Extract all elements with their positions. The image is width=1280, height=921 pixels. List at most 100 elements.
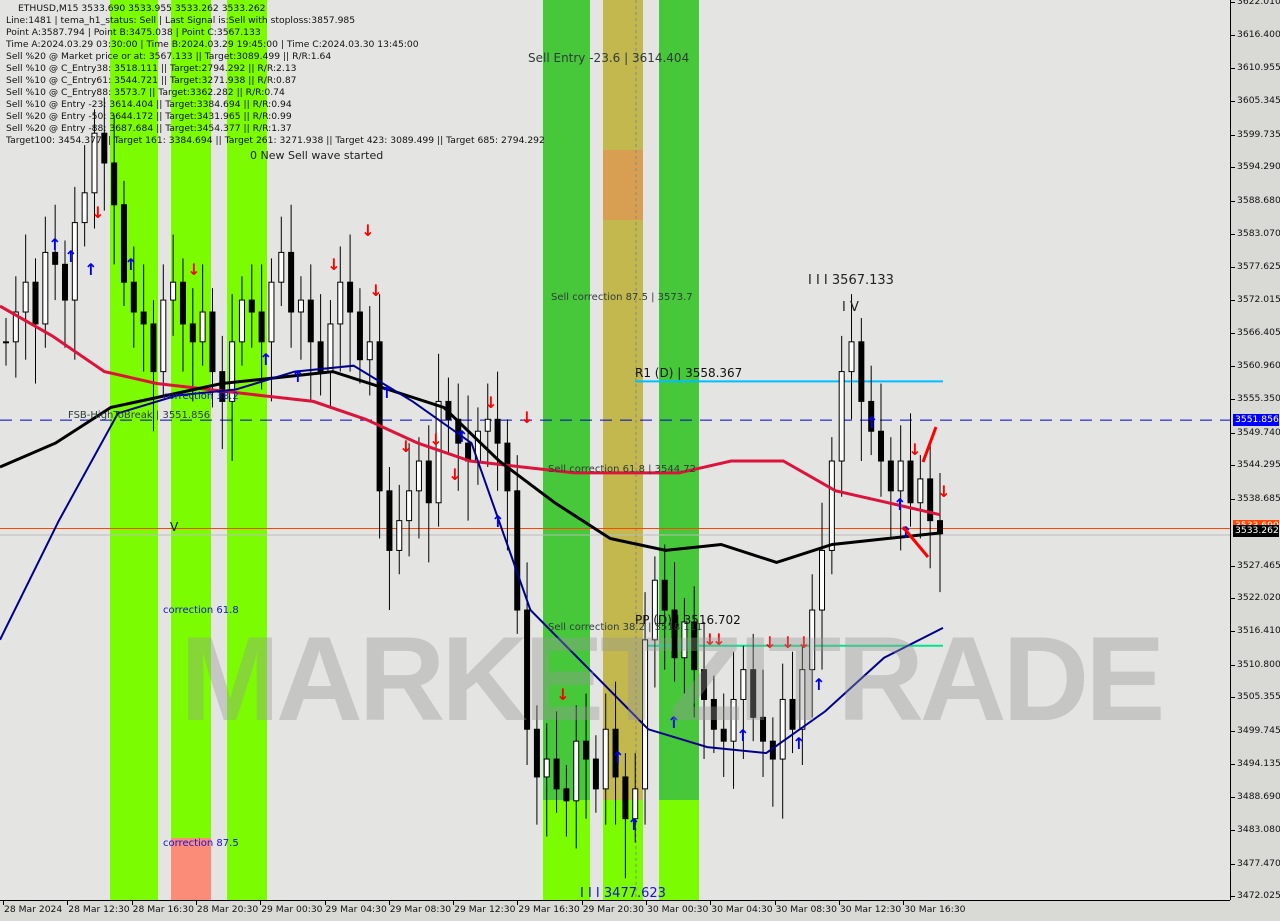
sell-arrow-icon: ↓ <box>361 221 374 240</box>
r1-label: R1 (D) | 3558.367 <box>635 366 743 380</box>
candle-body <box>81 192 88 224</box>
candle-body <box>366 341 373 361</box>
correction-382-label: correction 38.2 <box>163 391 239 402</box>
price-tick-label: 3472.025 <box>1237 890 1280 901</box>
price-tick-label: 3588.680 <box>1237 194 1280 206</box>
time-tick <box>517 901 519 905</box>
chart-area[interactable]: ↓↓↓↓↓↓↓↓↓↓↓↓↓↓↓↓↓↓↑↑↑↑↑↑↑↑↑↑↑↑↑↑↑↑↑↑ MAR… <box>0 0 1230 900</box>
time-tick-label: 28 Mar 20:30 <box>196 904 259 915</box>
candle-body <box>130 281 137 313</box>
time-axis[interactable]: 28 Mar 2024 28 Mar 12:30 28 Mar 16:30 28 Ma… <box>0 900 1230 921</box>
price-tick <box>1231 465 1235 467</box>
candle-body <box>386 490 393 551</box>
sell-entry-label: Sell Entry -23.6 | 3614.404 <box>528 51 690 65</box>
info-line: Sell %10 @ C_Entry38: 3518.111 || Target… <box>6 63 297 74</box>
info-line: Line:1481 | tema_h1_status: Sell | Last … <box>6 15 356 26</box>
price-tick <box>1231 200 1235 202</box>
sell-arrow-icon: ↓ <box>429 430 442 449</box>
info-line: Target100: 3454.377 || Target 161: 3384.… <box>6 135 545 146</box>
candle-body <box>288 251 295 313</box>
candle-body <box>111 162 118 206</box>
price-tick-label: 3566.405 <box>1237 327 1280 339</box>
time-tick <box>131 901 133 905</box>
candle-body <box>563 788 570 802</box>
sell-arrow-icon: ↓ <box>937 482 950 501</box>
candle-body <box>897 460 904 492</box>
candle-body <box>415 460 422 492</box>
candle-body <box>819 549 826 611</box>
info-panel: ETHUSD,M15 3533.690 3533.955 3533.262 35… <box>6 3 545 147</box>
info-line: Time A:2024.03.29 03:30:00 | Time B:2024… <box>6 39 419 50</box>
price-tick <box>1231 2 1235 3</box>
price-tick-label: 3599.735 <box>1237 128 1280 140</box>
candle-body <box>514 490 521 611</box>
sell-correction-618-label: Sell correction 61.8 | 3544.72 <box>548 464 697 475</box>
candle-body <box>356 311 363 361</box>
candle-body <box>494 418 501 444</box>
candle-body <box>268 281 275 343</box>
sell-arrow-icon: ↓ <box>327 255 340 274</box>
time-tick-label: 29 Mar 20:30 <box>582 904 645 915</box>
price-tick <box>1231 266 1235 268</box>
candle-body <box>52 251 59 265</box>
wave-v-label: V <box>170 520 179 534</box>
price-tick-label: 3622.010 <box>1237 0 1280 7</box>
time-tick <box>903 901 905 905</box>
price-tick <box>1231 399 1235 401</box>
pp-label: PP (D) | 3516.702 <box>635 613 741 627</box>
candle-body <box>838 371 845 462</box>
price-tick-label: 3505.355 <box>1237 691 1280 703</box>
candle-body <box>170 281 177 301</box>
candle-body <box>406 490 413 522</box>
info-line: Sell %20 @ Market price or at: 3567.133 … <box>6 51 332 62</box>
candle-body <box>573 740 580 802</box>
candle-body <box>907 460 914 504</box>
time-tick <box>581 901 583 905</box>
buy-arrow-icon: ↑ <box>627 815 640 834</box>
candle-body <box>858 341 865 402</box>
time-tick <box>710 901 712 905</box>
time-tick <box>646 901 647 905</box>
candle-body <box>553 758 560 790</box>
time-tick <box>3 901 4 905</box>
candle-body <box>189 323 196 343</box>
time-tick-label: 30 Mar 16:30 <box>904 904 966 915</box>
buy-arrow-icon: ↑ <box>124 255 137 274</box>
signal-band <box>659 800 699 900</box>
candle-body <box>199 311 206 343</box>
price-tag-blue: 3551.856 <box>1233 414 1279 427</box>
candle-body <box>396 520 403 551</box>
candle-body <box>878 430 885 462</box>
candle-body <box>484 418 491 432</box>
time-tick-label: 28 Mar 16:30 <box>132 904 194 915</box>
candle-body <box>150 323 157 373</box>
info-line: Sell %10 @ C_Entry61: 3544.721 || Target… <box>6 75 297 86</box>
trend-signal-line <box>901 526 930 558</box>
sell-arrow-icon: ↓ <box>91 203 104 222</box>
price-tick <box>1231 234 1235 236</box>
candle-body <box>179 281 186 325</box>
price-tick <box>1231 333 1235 335</box>
candle-body <box>376 341 383 492</box>
price-tick-label: 3494.135 <box>1237 758 1280 770</box>
price-tick <box>1231 565 1235 567</box>
band-highlight <box>603 150 643 220</box>
time-tick-label: 30 Mar 08:30 <box>775 904 837 915</box>
candle-body <box>592 758 599 790</box>
buy-arrow-icon: ↑ <box>865 413 878 432</box>
time-tick <box>324 901 326 905</box>
price-tick <box>1231 896 1235 897</box>
fsb-label: FSB-HighToBreak | 3551.856 <box>68 410 211 421</box>
time-tick <box>838 901 840 905</box>
price-axis[interactable]: 3622.010 3616.400 3610.955 3605.345 3599.735… <box>1230 0 1280 901</box>
price-tick-label: 3510.800 <box>1237 658 1280 670</box>
price-tick-label: 3577.625 <box>1237 260 1280 272</box>
candle-body <box>317 341 324 373</box>
price-tick <box>1231 730 1235 732</box>
candle-body <box>209 311 216 373</box>
info-line: Sell %10 @ Entry -23: 3614.404 || Target… <box>6 99 292 110</box>
signal-band <box>659 0 699 900</box>
candle-body <box>248 299 255 313</box>
time-tick-label: 30 Mar 00:30 <box>647 904 709 915</box>
time-tick <box>260 901 262 905</box>
